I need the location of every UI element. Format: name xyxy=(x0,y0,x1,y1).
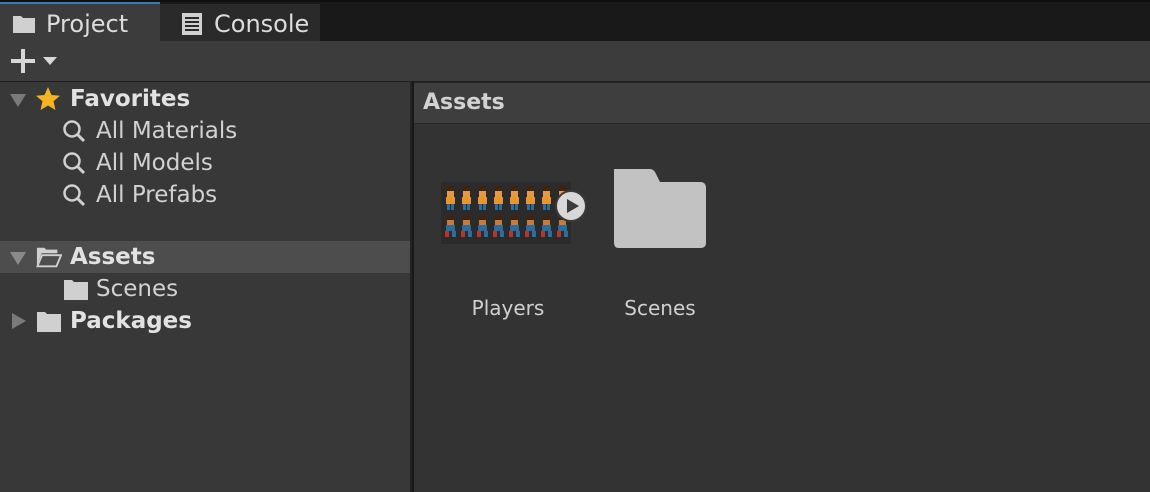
tab-project-label: Project xyxy=(46,9,129,38)
tree-item-all-prefabs[interactable]: All Prefabs xyxy=(0,179,410,211)
play-icon[interactable] xyxy=(554,189,588,223)
tab-console[interactable]: Console xyxy=(160,4,320,43)
search-icon xyxy=(63,184,86,207)
folder-icon xyxy=(37,312,61,332)
search-icon xyxy=(63,120,86,143)
tree-item-all-models[interactable]: All Models xyxy=(0,147,410,179)
breadcrumb-assets[interactable]: Assets xyxy=(423,90,505,115)
tree-item-label: All Prefabs xyxy=(96,182,218,208)
tree-item-all-materials[interactable]: All Materials xyxy=(0,115,410,147)
project-toolbar xyxy=(0,41,1150,82)
asset-label: Players xyxy=(471,296,545,320)
expand-arrow-icon[interactable] xyxy=(9,249,27,267)
tab-console-label: Console xyxy=(214,9,310,38)
tree-assets[interactable]: Assets xyxy=(0,241,410,273)
tab-project[interactable]: Project xyxy=(0,2,160,43)
tree-item-label: Scenes xyxy=(96,276,179,302)
tree-favorites-label: Favorites xyxy=(70,86,191,112)
folder-icon xyxy=(64,280,88,300)
folder-open-icon xyxy=(36,247,62,268)
folder-icon xyxy=(13,15,35,33)
tab-bar: Project Console xyxy=(0,0,1150,43)
tree-item-scenes[interactable]: Scenes xyxy=(0,273,410,305)
asset-scenes-folder[interactable]: Scenes xyxy=(585,169,735,322)
asset-browser: Assets Players Scenes xyxy=(414,82,1150,492)
folder-tree: Favorites All Materials All Models All P… xyxy=(0,82,412,492)
console-icon xyxy=(182,12,202,35)
tree-item-label: All Materials xyxy=(96,118,238,144)
breadcrumb: Assets xyxy=(414,82,1150,124)
folder-icon xyxy=(614,169,706,248)
asset-label: Scenes xyxy=(624,296,696,320)
caret-down-icon xyxy=(43,57,57,65)
create-button[interactable] xyxy=(10,46,66,76)
plus-icon xyxy=(11,49,35,73)
expand-arrow-icon[interactable] xyxy=(9,91,27,109)
tree-packages[interactable]: Packages xyxy=(0,305,410,337)
tree-packages-label: Packages xyxy=(70,308,192,334)
tree-assets-label: Assets xyxy=(70,244,156,270)
star-icon xyxy=(36,87,60,110)
asset-players[interactable]: Players xyxy=(433,172,587,322)
collapse-arrow-icon[interactable] xyxy=(10,312,28,330)
tree-item-label: All Models xyxy=(96,150,213,176)
tree-favorites[interactable]: Favorites xyxy=(0,83,410,115)
search-icon xyxy=(63,152,86,175)
